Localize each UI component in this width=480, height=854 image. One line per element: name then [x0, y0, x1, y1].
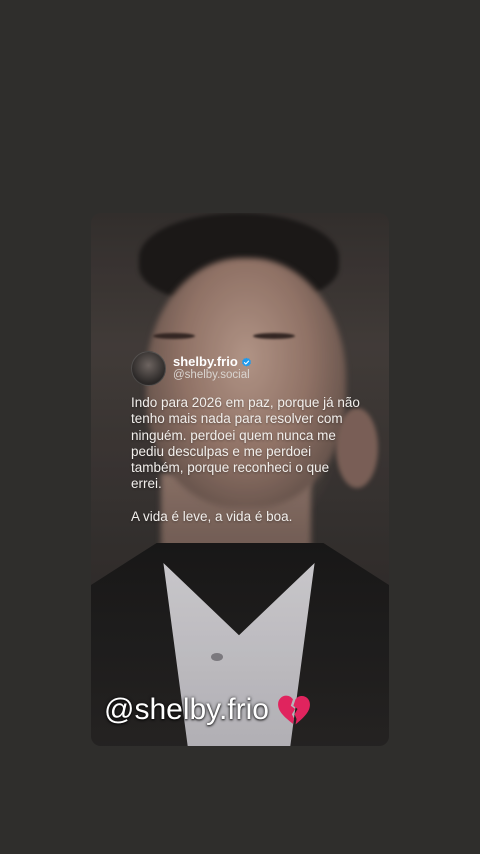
tweet-paragraph-2: A vida é leve, a vida é boa.	[131, 508, 293, 524]
avatar[interactable]	[131, 351, 166, 386]
tweet-paragraph-1: Indo para 2026 em paz, porque já não ten…	[131, 395, 360, 492]
broken-heart-icon	[278, 695, 310, 725]
story-screen: shelby.frio @shelby.social Indo para 202…	[0, 0, 480, 854]
watermark: @shelby.frio	[104, 693, 311, 727]
post-card[interactable]: shelby.frio @shelby.social Indo para 202…	[91, 213, 389, 746]
display-name[interactable]: shelby.frio	[173, 354, 238, 369]
tweet-overlay: shelby.frio @shelby.social Indo para 202…	[131, 351, 361, 525]
handle: @shelby.social	[173, 369, 250, 382]
verified-badge-icon	[241, 357, 251, 367]
tweet-header: shelby.frio @shelby.social	[131, 351, 361, 386]
watermark-text: @shelby.frio	[104, 693, 269, 726]
tweet-body: Indo para 2026 em paz, porque já não ten…	[131, 395, 361, 525]
